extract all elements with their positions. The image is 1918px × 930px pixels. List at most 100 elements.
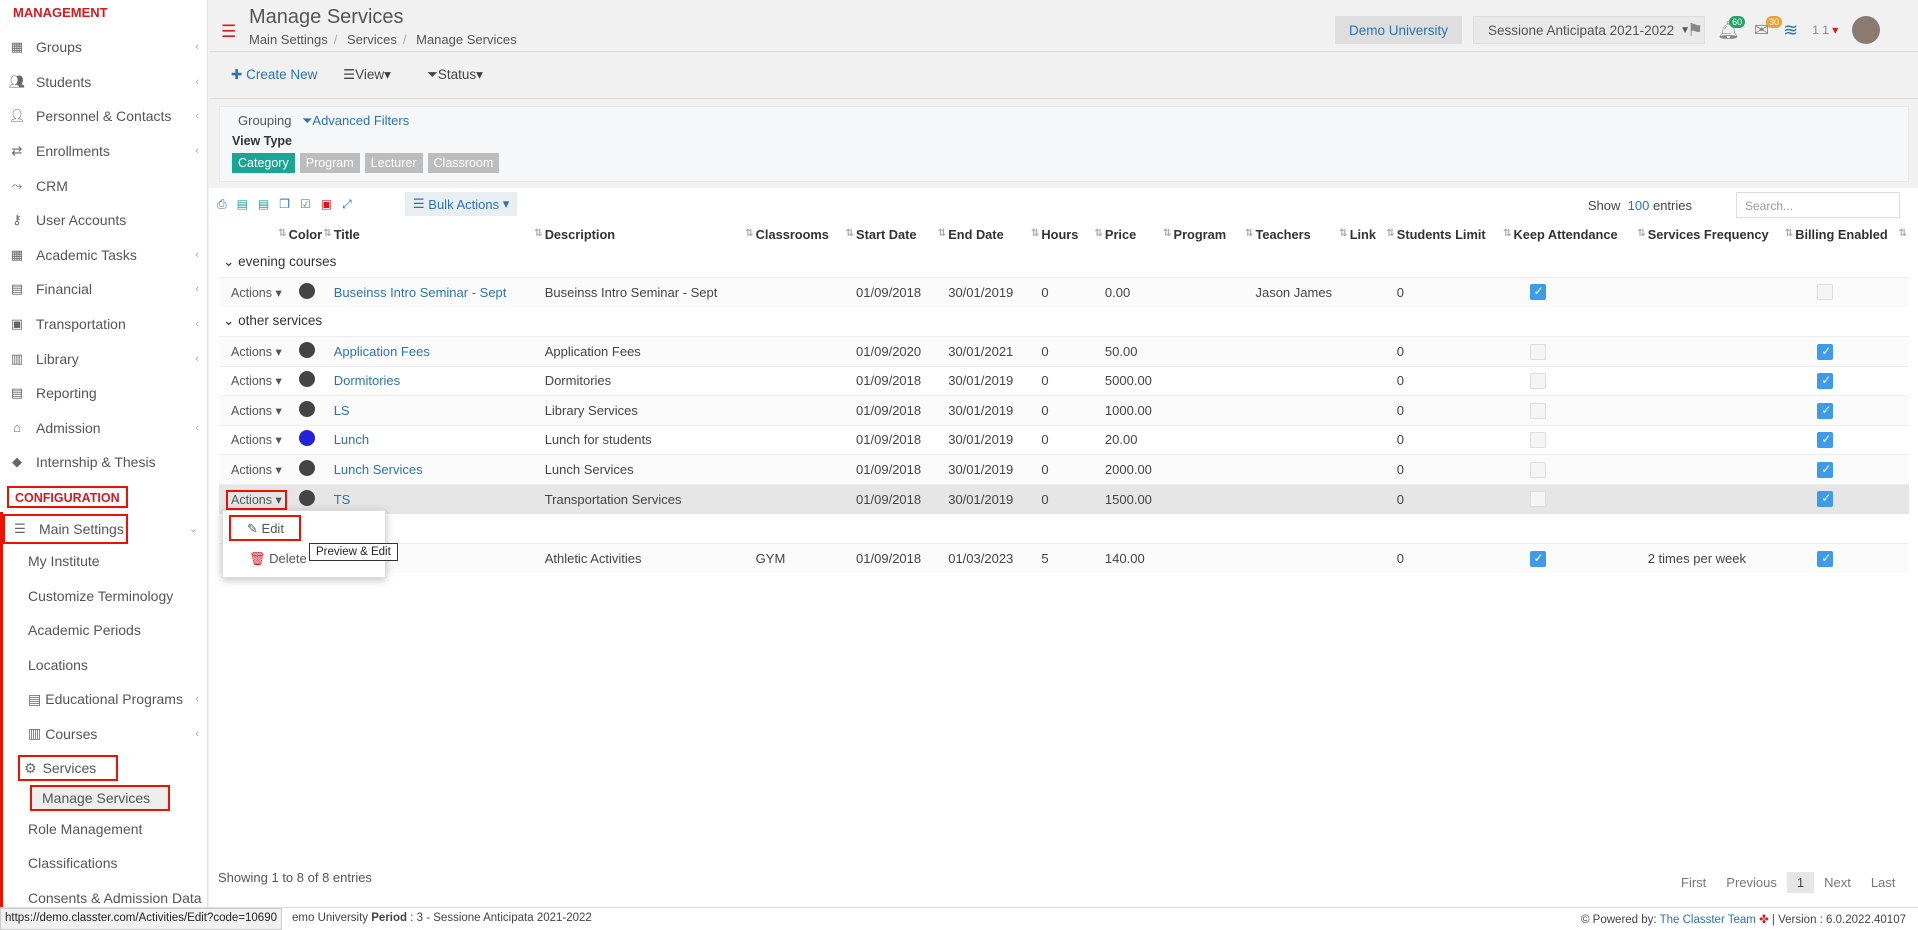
billing-checkbox[interactable] [1817,343,1834,360]
sidebar-item-academic-periods[interactable]: Academic Periods [0,613,207,648]
actions-cell[interactable]: Actions ▾ [219,365,289,396]
sidebar-item-students[interactable]: 👥︎ Students ‹ [0,65,207,100]
title-link[interactable]: Dormitories [334,373,400,388]
column-header[interactable]: Title ⇅ [334,221,545,247]
sidebar-item-reporting[interactable]: ▤ Reporting [0,376,207,411]
column-header[interactable]: Start Date ⇅ [856,221,948,247]
mail-icon[interactable]: ✉ 30 [1754,15,1783,41]
attendance-checkbox[interactable] [1529,550,1546,567]
expand-icon[interactable]: ⤢ [342,197,352,212]
edit-menu-item[interactable]: ✎ Edit [229,515,301,541]
column-header[interactable]: Keep Attendance ⇅ [1514,221,1648,247]
breadcrumb-item[interactable]: Main Settings [249,32,328,47]
group-row[interactable]: ⌄ other services [219,307,1909,337]
delete-menu-item[interactable]: 🗑︎ Delete [249,551,307,567]
title-link[interactable]: Lunch Services [334,462,423,477]
billing-checkbox[interactable] [1817,491,1834,508]
billing-checkbox[interactable] [1817,550,1834,567]
view-type-classroom[interactable]: Classroom [427,153,500,173]
column-header[interactable]: Price ⇅ [1105,221,1174,247]
deselect-icon[interactable]: ▣ [321,197,332,211]
view-dropdown[interactable]: ☰View▾ [343,67,391,83]
view-type-category[interactable]: Category [232,153,295,173]
actions-button[interactable]: Actions ▾ [226,489,287,510]
column-header[interactable]: Link ⇅ [1350,221,1397,247]
actions-button[interactable]: Actions ▾ [231,404,282,418]
sidebar-item-educational-programs[interactable]: ▤ Educational Programs ‹ [0,682,207,717]
billing-checkbox[interactable] [1817,402,1834,419]
classter-team-link[interactable]: The Classter Team [1660,914,1756,926]
column-header[interactable]: Classrooms ⇅ [756,221,856,247]
search-input[interactable]: Search... [1736,192,1900,218]
pager-next[interactable]: Next [1814,872,1861,893]
billing-checkbox[interactable] [1817,432,1834,449]
sidebar-item-customize-terminology[interactable]: Customize Terminology [0,578,207,613]
sidebar-item-academic-tasks[interactable]: ▦ Academic Tasks ‹ [0,238,207,273]
create-new-button[interactable]: ✚ Create New [231,67,317,83]
bell-icon[interactable]: 🔔︎ 60 [1717,15,1746,41]
view-type-lecturer[interactable]: Lecturer [364,153,423,173]
actions-button[interactable]: Actions ▾ [231,374,282,388]
sidebar-item-enrollments[interactable]: ⇄ Enrollments ‹ [0,134,207,169]
pager-first[interactable]: First [1671,872,1716,893]
sidebar-item-user-accounts[interactable]: ⚷ User Accounts [0,203,207,238]
avatar[interactable] [1852,16,1881,44]
column-header[interactable]: Students Limit ⇅ [1397,221,1514,247]
csv-icon[interactable]: ▤ [237,197,248,211]
sidebar-item-main-settings[interactable]: ☰ Main Settings ⌄ [3,513,198,544]
actions-cell[interactable]: Actions ▾ [219,454,289,484]
attendance-checkbox[interactable] [1529,432,1546,449]
sidebar-item-courses[interactable]: ▥ Courses ‹ [0,717,207,752]
entries-selector[interactable]: Show 100 entries [1588,198,1692,213]
billing-checkbox[interactable] [1817,373,1834,390]
attendance-checkbox[interactable] [1529,343,1546,360]
table-row[interactable]: Actions ▾ Dormitories Dormitories 01/09/201… [219,365,1909,396]
billing-checkbox[interactable] [1817,461,1834,478]
attendance-checkbox[interactable] [1529,402,1546,419]
pager-page[interactable]: 1 [1786,872,1815,893]
university-selector[interactable]: Demo University [1335,16,1463,44]
actions-cell[interactable]: Actions ▾ [219,276,289,307]
period-selector[interactable]: Sessione Anticipata 2021-2022 ▼ [1473,16,1706,44]
column-header[interactable]: Teachers ⇅ [1255,221,1349,247]
title-link[interactable]: TS [334,492,351,507]
pager-previous[interactable]: Previous [1716,872,1787,893]
user-menu[interactable]: 1 1 ▾ [1812,23,1838,37]
sidebar-item-transportation[interactable]: ▣ Transportation ‹ [0,307,207,342]
view-type-program[interactable]: Program [299,153,360,173]
group-row[interactable]: ⌄ evening courses [219,247,1909,277]
breadcrumb-item[interactable]: Services [347,32,397,47]
title-link[interactable]: Application Fees [334,344,430,359]
column-header[interactable]: Billing Enabled ⇅ [1795,221,1909,247]
attendance-checkbox[interactable] [1529,461,1546,478]
title-link[interactable]: LS [334,403,350,418]
sidebar-item-crm[interactable]: ⤳ CRM [0,168,207,203]
title-link[interactable]: Buseinss Intro Seminar - Sept [334,285,507,300]
sidebar-item-my-institute[interactable]: My Institute [0,544,207,579]
actions-button[interactable]: Actions ▾ [231,345,282,359]
sidebar-item-locations[interactable]: Locations [0,648,207,683]
title-cell[interactable]: Lunch [333,424,545,455]
advanced-filters-link[interactable]: ⏷Advanced Filters [302,113,409,129]
excel-icon[interactable]: ▤ [258,197,269,211]
table-row[interactable]: Athletic Activities GYM 01/09/2018 01/03/20… [219,543,1909,573]
copy-icon[interactable]: ❐ [279,197,290,211]
actions-button[interactable]: Actions ▾ [231,463,282,477]
sidebar-item-role-management[interactable]: Role Management [0,811,207,846]
title-link[interactable]: Lunch [334,432,369,447]
bulk-actions-button[interactable]: ☰ Bulk Actions ▾ [405,192,518,216]
table-row[interactable]: Actions ▾ Application Fees Application Fee… [219,336,1909,366]
table-row[interactable]: Actions ▾ LS Library Services 01/09/2018 30/… [219,395,1909,425]
column-header[interactable]: Services Frequency ⇅ [1648,221,1795,247]
column-header[interactable]: Color ⇅ [289,221,334,247]
column-header[interactable]: Description ⇅ [545,221,756,247]
table-row[interactable]: Actions ▾ Lunch Services Lunch Services 01/… [219,454,1909,484]
actions-cell[interactable]: Actions ▾ [219,395,289,425]
table-row[interactable]: Actions ▾ Buseinss Intro Seminar - Sept Bu… [219,276,1909,307]
sidebar-item-services[interactable]: ⚙ Services [18,755,118,782]
table-row[interactable]: Actions ▾ TS Transportation Services 01/09/… [219,483,1909,514]
sidebar-item-financial[interactable]: ▤ Financial ‹ [0,272,207,307]
column-header[interactable]: Hours ⇅ [1041,221,1105,247]
title-cell[interactable]: Dormitories [333,365,545,396]
layers-icon[interactable]: ≋ [1783,20,1798,41]
